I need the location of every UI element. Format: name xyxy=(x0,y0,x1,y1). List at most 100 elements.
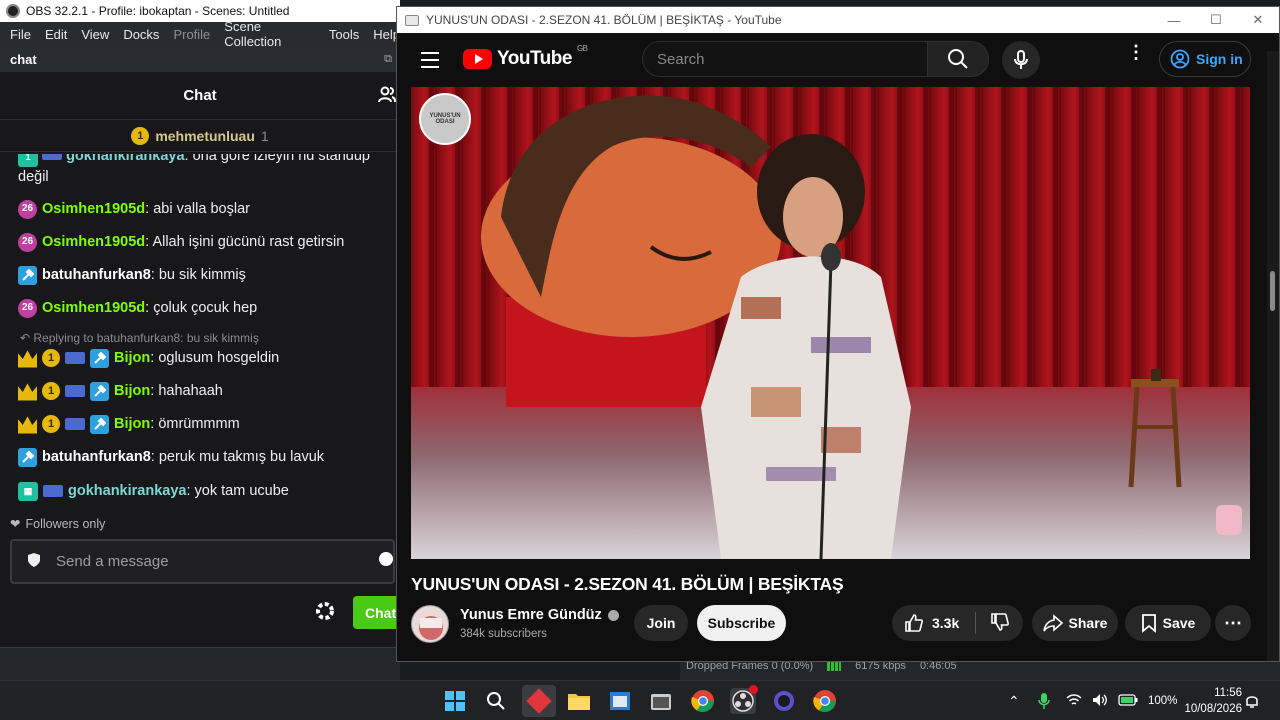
chat-username[interactable]: gokhankirankaya xyxy=(68,483,186,499)
taskbar-search-icon[interactable] xyxy=(483,688,509,714)
close-icon[interactable]: ✕ xyxy=(1237,7,1279,33)
circle-app-icon[interactable] xyxy=(771,688,797,714)
chat-username[interactable]: Osimhen1905d xyxy=(42,234,145,250)
more-options-icon[interactable]: ⋮ xyxy=(1127,43,1145,61)
chat-text: bu sik kimmiş xyxy=(158,267,246,283)
shield-icon[interactable] xyxy=(26,552,42,572)
chat-username[interactable]: Osimhen1905d xyxy=(42,300,145,316)
moderator-badge-icon xyxy=(90,381,109,401)
menu-edit[interactable]: Edit xyxy=(45,27,67,42)
chat-username[interactable]: gokhankirankaya xyxy=(66,154,184,164)
app-window-icon[interactable] xyxy=(607,688,633,714)
chat-username[interactable]: Osimhen1905d xyxy=(42,201,145,217)
menu-file[interactable]: File xyxy=(10,27,31,42)
chrome-icon[interactable] xyxy=(690,688,716,714)
video-frame xyxy=(411,87,1250,559)
save-label: Save xyxy=(1162,615,1196,631)
subscriber-badge-icon: 1 xyxy=(18,154,38,167)
obs-window-title: OBS 32.2.1 - Profile: ibokaptan - Scenes… xyxy=(26,4,290,18)
menu-tools[interactable]: Tools xyxy=(329,27,359,42)
chat-username[interactable]: Bijon xyxy=(114,416,150,432)
voice-search-button[interactable] xyxy=(1002,41,1040,79)
obs-window: OBS 32.2.1 - Profile: ibokaptan - Scenes… xyxy=(0,0,413,680)
chat-username[interactable]: Bijon xyxy=(114,383,150,399)
channel-avatar[interactable] xyxy=(411,605,449,643)
windows-taskbar: ⌃ 100% 11:56 10/08/2026 xyxy=(0,680,1280,720)
dock-title: chat xyxy=(10,51,37,67)
community-icon[interactable] xyxy=(378,86,396,108)
chat-text: yok tam ucube xyxy=(194,483,289,499)
connection-bars-icon xyxy=(827,661,842,671)
like-button[interactable]: 3.3k xyxy=(904,613,959,633)
moderator-badge-icon xyxy=(90,414,109,434)
show-hidden-icons[interactable]: ⌃ xyxy=(1008,681,1020,720)
chat-message: 1 Bijon: oglusum hosgeldin xyxy=(18,348,390,368)
notification-center-icon[interactable] xyxy=(1245,681,1259,720)
menu-docks[interactable]: Docks xyxy=(123,27,159,42)
search-button[interactable] xyxy=(927,41,989,77)
chat-header: Chat xyxy=(0,72,400,120)
photos-icon[interactable] xyxy=(648,688,674,714)
menu-profile[interactable]: Profile xyxy=(173,27,210,42)
microphone-tray-icon[interactable] xyxy=(1038,681,1050,720)
browser-titlebar: YUNUS'UN ODASI - 2.SEZON 41. BÖLÜM | BEŞ… xyxy=(397,7,1279,33)
system-tray[interactable]: 100% xyxy=(1066,681,1177,720)
maximize-icon[interactable]: ☐ xyxy=(1195,7,1237,33)
more-actions-button[interactable]: ⋯ xyxy=(1215,605,1251,641)
emote-picker-icon[interactable] xyxy=(379,552,393,566)
share-button[interactable]: Share xyxy=(1032,605,1118,641)
obs-logo-icon xyxy=(6,4,20,18)
chat-message-input[interactable]: Send a message xyxy=(10,539,395,584)
dislike-button[interactable] xyxy=(990,612,1010,635)
chat-message: 26 Osimhen1905d: Allah işini gücünü rast… xyxy=(18,232,390,252)
chat-username[interactable]: Bijon xyxy=(114,350,150,366)
minimize-icon[interactable]: — xyxy=(1153,7,1195,33)
subscribe-button[interactable]: Subscribe xyxy=(697,605,786,641)
chat-text: çoluk çocuk hep xyxy=(153,300,258,316)
chat-message: batuhanfurkan8: bu sik kimmiş xyxy=(18,265,390,285)
chat-username[interactable]: batuhanfurkan8 xyxy=(42,267,151,283)
pinned-gift-leader[interactable]: 1 mehmetunluau 1 xyxy=(0,120,400,152)
chat-text: abi valla boşlar xyxy=(153,201,250,217)
chat-username[interactable]: batuhanfurkan8 xyxy=(42,449,151,465)
branding-watermark-icon[interactable] xyxy=(1216,505,1242,535)
obs-taskbar-icon[interactable] xyxy=(730,685,758,714)
chat-text: Allah işini gücünü rast getirsin xyxy=(152,234,345,250)
menu-view[interactable]: View xyxy=(81,27,109,42)
followers-only-label: Followers only xyxy=(25,516,106,531)
chat-settings-icon[interactable] xyxy=(314,600,336,627)
gift-badge-icon: 1 xyxy=(42,349,60,367)
chat-message: 26 Osimhen1905d: abi valla boşlar xyxy=(18,199,390,219)
channel-name[interactable]: Yunus Emre Gündüz xyxy=(460,607,619,623)
obs-menubar: File Edit View Docks Profile Scene Colle… xyxy=(0,19,400,49)
menu-icon[interactable] xyxy=(421,52,439,73)
thumbs-down-icon xyxy=(991,612,1010,631)
dock-float-icon[interactable]: ⧉ xyxy=(384,53,392,66)
save-button[interactable]: Save xyxy=(1125,605,1211,641)
moderator-badge-icon xyxy=(18,265,37,285)
join-button[interactable]: Join xyxy=(634,605,688,641)
moderator-badge-icon xyxy=(18,447,37,467)
channel-watermark: YUNUS'UN ODASI xyxy=(419,93,471,145)
chat-text: oglusum hosgeldin xyxy=(158,350,280,366)
more-horizontal-icon: ⋯ xyxy=(1224,613,1242,633)
youtube-logo[interactable]: YouTube GB xyxy=(463,44,588,70)
sub-gifter-badge-icon xyxy=(65,418,85,430)
search-input[interactable]: Search xyxy=(642,41,927,77)
file-explorer-icon[interactable] xyxy=(566,688,592,714)
start-icon[interactable] xyxy=(442,688,468,714)
gift-badge-icon: 1 xyxy=(42,382,60,400)
chat-text: hahahaah xyxy=(158,383,223,399)
sign-in-label: Sign in xyxy=(1196,51,1243,67)
obs-titlebar: OBS 32.2.1 - Profile: ibokaptan - Scenes… xyxy=(0,0,400,22)
reply-context-text: Replying to batuhanfurkan8: bu sik kimmi… xyxy=(33,331,259,345)
anydesk-icon[interactable] xyxy=(522,685,556,717)
menu-scene-collection[interactable]: Scene Collection xyxy=(224,19,315,49)
taskbar-clock[interactable]: 11:56 10/08/2026 xyxy=(1172,685,1242,717)
page-scrollbar[interactable] xyxy=(1267,51,1279,661)
scrollbar-thumb[interactable] xyxy=(1270,271,1275,311)
chrome-profile-icon[interactable] xyxy=(812,688,838,714)
video-player[interactable]: YUNUS'UN ODASI xyxy=(411,87,1250,559)
sign-in-button[interactable]: Sign in xyxy=(1159,41,1251,77)
subscriber-count: 384k subscribers xyxy=(460,628,547,640)
